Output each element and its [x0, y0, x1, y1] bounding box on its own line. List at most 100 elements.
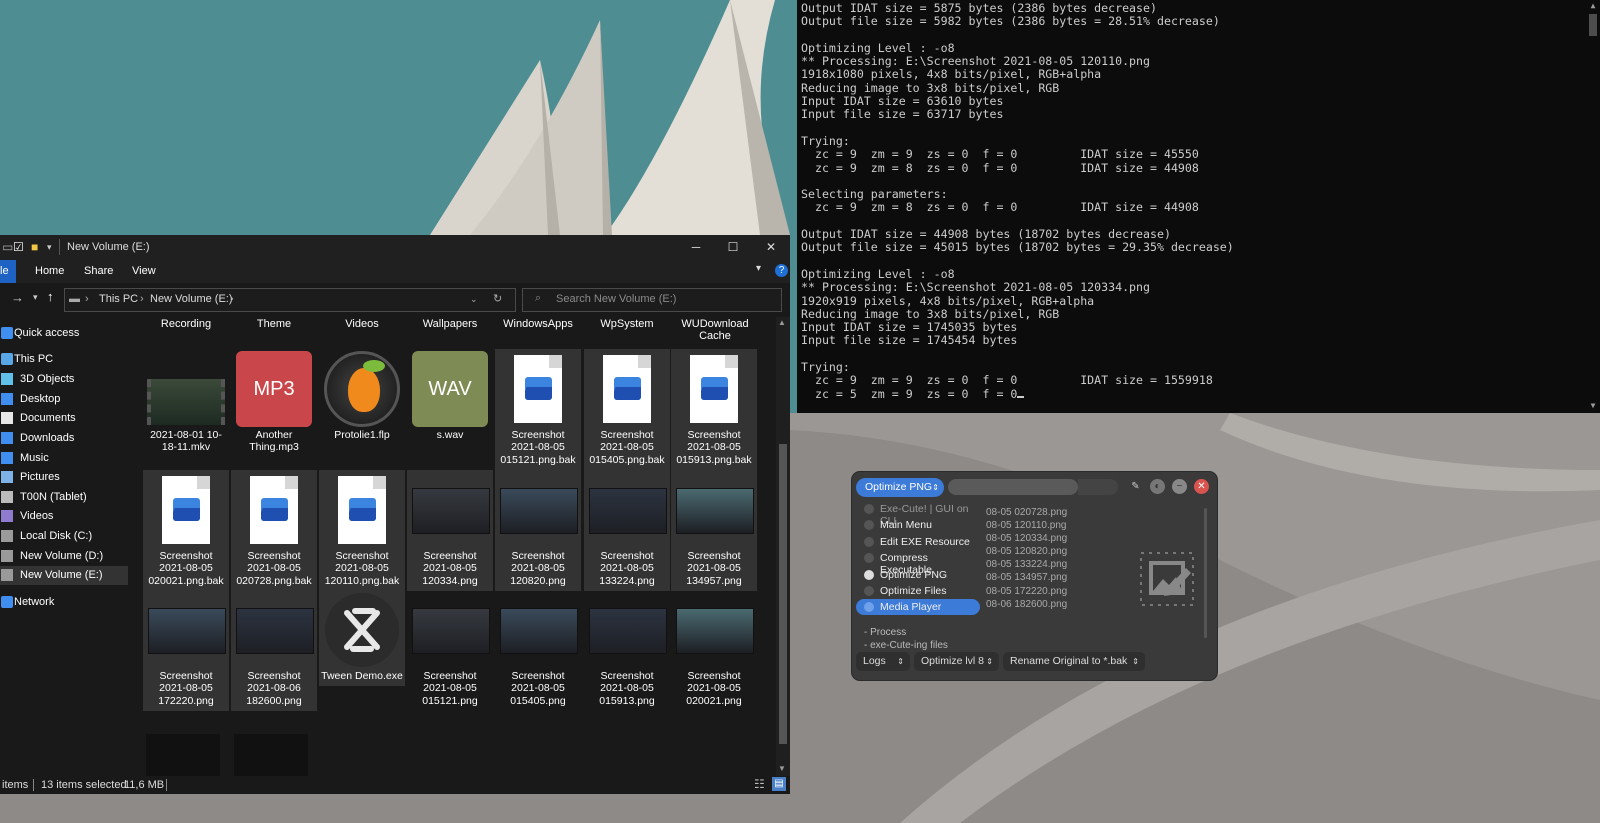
file-item[interactable]: Screenshot 2021-08-05 015405.png.bak: [584, 349, 670, 470]
breadcrumb-new-volume[interactable]: New Volume (E:): [150, 293, 233, 305]
forward-icon[interactable]: →: [11, 290, 24, 305]
system-menu-icon[interactable]: ▭: [2, 240, 13, 254]
address-dropdown-icon[interactable]: ⌄: [470, 294, 478, 305]
theme-icon[interactable]: ◐: [1150, 479, 1165, 494]
search-box[interactable]: ⌕ Search New Volume (E:): [522, 288, 782, 312]
chevron-right-icon[interactable]: ›: [230, 293, 234, 305]
nav-item[interactable]: Desktop: [0, 390, 128, 409]
file-item[interactable]: Screenshot 2021-08-05 015121.png: [407, 590, 493, 711]
tab-share[interactable]: Share: [84, 265, 113, 277]
maximize-icon[interactable]: ☐: [714, 235, 752, 260]
nav-item[interactable]: New Volume (E:): [0, 566, 128, 585]
mode-menu-item[interactable]: Main Menu: [856, 517, 980, 533]
refresh-icon[interactable]: ↻: [493, 292, 502, 305]
mode-menu-item[interactable]: Optimize PNG: [856, 567, 980, 583]
chevron-right-icon[interactable]: ›: [140, 293, 144, 305]
file-item[interactable]: Screenshot 2021-08-05 020021.png: [671, 590, 757, 711]
queued-file[interactable]: 08-06 182600.png: [986, 598, 1067, 611]
file-item[interactable]: Screenshot 2021-08-05 020021.png.bak: [143, 470, 229, 591]
minimize-icon[interactable]: −: [1172, 479, 1187, 494]
folder-item[interactable]: WUDownloadCache: [680, 318, 750, 342]
details-view-icon[interactable]: ☷: [754, 777, 765, 791]
file-tab[interactable]: le: [0, 260, 16, 283]
mode-menu-item[interactable]: Edit EXE Resource: [856, 534, 980, 550]
expand-ribbon-icon[interactable]: ▾: [756, 263, 761, 274]
file-item[interactable]: WAV s.wav: [407, 349, 493, 445]
file-item[interactable]: Screenshot 2021-08-05 134957.png: [671, 470, 757, 591]
scroll-up-icon[interactable]: ▲: [778, 318, 786, 327]
file-list-scrollbar[interactable]: ▲ ▼: [776, 317, 790, 776]
nav-item[interactable]: T00N (Tablet): [0, 488, 128, 507]
file-item[interactable]: Screenshot 2021-08-05 120334.png: [407, 470, 493, 591]
file-item[interactable]: Screenshot 2021-08-05 015405.png: [495, 590, 581, 711]
queued-file[interactable]: 08-05 133224.png: [986, 558, 1067, 571]
nav-item[interactable]: Local Disk (C:): [0, 527, 128, 546]
scroll-down-icon[interactable]: ▼: [1588, 401, 1598, 411]
folder-item[interactable]: Recording: [144, 318, 228, 330]
nav-item[interactable]: 3D Objects: [0, 370, 128, 389]
file-item[interactable]: Screenshot 2021-08-05 015121.png.bak: [495, 349, 581, 470]
title-bar[interactable]: ▭ ☑ ■ ▾ New Volume (E:) ─ ☐ ✕: [0, 235, 790, 260]
folder-item[interactable]: Wallpapers: [408, 318, 492, 330]
logs-dropdown[interactable]: Logs ⇕: [856, 652, 910, 671]
file-list-scroll-thumb[interactable]: [779, 444, 787, 744]
recent-locations-icon[interactable]: ▾: [33, 292, 38, 303]
file-item[interactable]: Protolie1.flp: [319, 349, 405, 445]
queued-file[interactable]: 08-05 172220.png: [986, 585, 1067, 598]
file-item[interactable]: Screenshot 2021-08-05 015913.png: [584, 590, 670, 711]
queued-file[interactable]: 08-05 120820.png: [986, 545, 1067, 558]
minimize-icon[interactable]: ─: [677, 235, 715, 260]
scroll-up-icon[interactable]: ▲: [1588, 1, 1598, 11]
queued-file[interactable]: 08-05 120334.png: [986, 532, 1067, 545]
partial-thumbnail[interactable]: [146, 734, 220, 776]
properties-icon[interactable]: ☑: [13, 240, 24, 254]
close-icon[interactable]: ✕: [752, 235, 790, 260]
tab-view[interactable]: View: [132, 265, 156, 277]
image-edit-icon[interactable]: [1138, 550, 1196, 608]
nav-item[interactable]: Music: [0, 449, 128, 468]
pin-icon[interactable]: ✎: [1128, 479, 1143, 494]
file-item[interactable]: Screenshot 2021-08-06 182600.png: [231, 590, 317, 711]
folder-item[interactable]: Theme: [232, 318, 316, 330]
file-item[interactable]: Screenshot 2021-08-05 133224.png: [584, 470, 670, 591]
folder-item[interactable]: WpSystem: [585, 318, 669, 330]
queued-file[interactable]: 08-05 120110.png: [986, 519, 1067, 532]
folder-item[interactable]: WindowsApps: [496, 318, 580, 330]
mode-menu-item[interactable]: Media Player: [856, 599, 980, 616]
nav-item[interactable]: Pictures: [0, 468, 128, 487]
up-icon[interactable]: ↑: [47, 289, 54, 304]
address-bar[interactable]: ▬ › This PC › New Volume (E:) › ⌄ ↻: [64, 288, 516, 312]
quick-access-dropdown-icon[interactable]: ▾: [47, 242, 52, 253]
console-scroll-thumb[interactable]: [1589, 14, 1597, 36]
close-icon[interactable]: ✕: [1194, 479, 1209, 494]
queued-file[interactable]: 08-05 134957.png: [986, 571, 1067, 584]
file-item[interactable]: Screenshot 2021-08-05 120820.png: [495, 470, 581, 591]
nav-item[interactable]: Videos: [0, 507, 128, 526]
exe-cute-input[interactable]: [948, 479, 1078, 495]
chevron-right-icon[interactable]: ›: [85, 293, 89, 305]
partial-thumbnail[interactable]: [234, 734, 308, 776]
file-item[interactable]: MP3 Another Thing.mp3: [231, 349, 317, 458]
tab-home[interactable]: Home: [35, 265, 64, 277]
file-item[interactable]: Screenshot 2021-08-05 172220.png: [143, 590, 229, 711]
nav-item[interactable]: New Volume (D:): [0, 547, 128, 566]
file-item[interactable]: 2021-08-01 10-18-11.mkv: [143, 349, 229, 458]
file-list[interactable]: Recording Theme Videos Wallpapers WindowsApp…: [130, 317, 776, 776]
queued-file-list[interactable]: 08-05 020728.png 08-05 120110.png 08-05 12…: [986, 506, 1067, 611]
file-item[interactable]: Screenshot 2021-08-05 120110.png.bak: [319, 470, 405, 591]
queued-file[interactable]: 08-05 020728.png: [986, 506, 1067, 519]
nav-item[interactable]: Network: [0, 593, 128, 612]
console-scrollbar[interactable]: ▲ ▼: [1586, 0, 1600, 413]
nav-item[interactable]: This PC: [0, 350, 128, 369]
file-item[interactable]: Screenshot 2021-08-05 020728.png.bak: [231, 470, 317, 591]
console-window[interactable]: Output IDAT size = 5875 bytes (2386 byte…: [797, 0, 1600, 413]
mode-menu-item[interactable]: Optimize Files: [856, 583, 980, 599]
folder-item[interactable]: Videos: [320, 318, 404, 330]
folder-icon[interactable]: ■: [31, 240, 38, 254]
mode-select[interactable]: Optimize PNG ⇕: [856, 478, 944, 497]
file-item[interactable]: Screenshot 2021-08-05 015913.png.bak: [671, 349, 757, 470]
file-item[interactable]: Tween Demo.exe: [319, 590, 405, 687]
nav-item[interactable]: Downloads: [0, 429, 128, 448]
exe-cute-scrollbar[interactable]: [1204, 508, 1207, 638]
breadcrumb-this-pc[interactable]: This PC: [99, 293, 138, 305]
